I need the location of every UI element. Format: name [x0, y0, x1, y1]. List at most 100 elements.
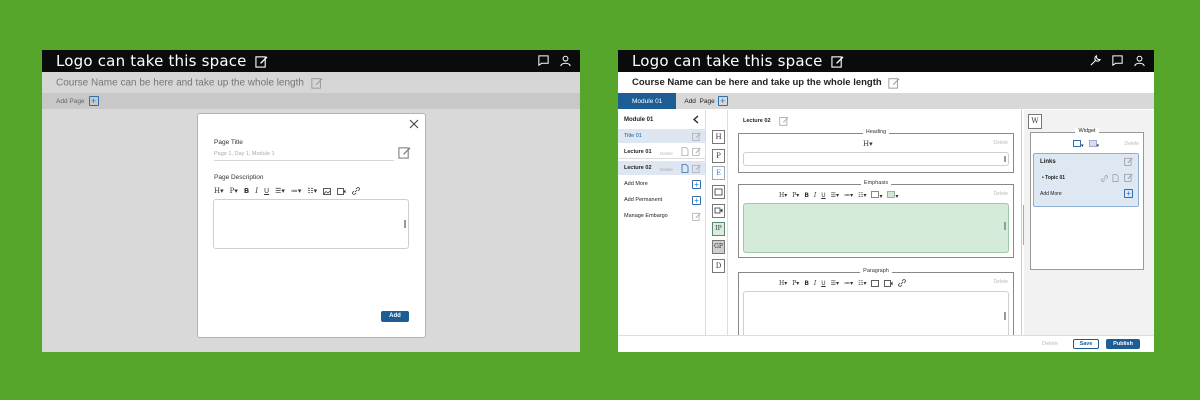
italic-button[interactable]: I [814, 192, 816, 199]
heading-input[interactable] [743, 152, 1009, 166]
block-image[interactable] [712, 185, 725, 199]
publish-button[interactable]: Publish [1106, 339, 1140, 349]
edit-icon[interactable] [692, 164, 701, 173]
edit-icon[interactable] [1124, 173, 1133, 182]
link-icon[interactable] [1101, 175, 1108, 182]
heading-dropdown[interactable]: H▾ [863, 140, 873, 148]
edit-course-icon[interactable] [311, 77, 323, 89]
numbered-list-icon[interactable]: ≔▾ [844, 280, 853, 287]
document-icon[interactable] [1112, 174, 1119, 182]
link-icon[interactable] [352, 187, 360, 195]
scrollbar[interactable] [1004, 312, 1006, 320]
textarea-scrollbar[interactable] [404, 220, 406, 228]
add-button[interactable]: Add [381, 311, 409, 322]
chat-icon[interactable] [537, 54, 550, 67]
checklist-icon[interactable]: ☷▾ [858, 192, 866, 199]
heading-dropdown[interactable]: H▾ [779, 192, 787, 199]
sidebar-item-lecture-01[interactable]: Lecture 01 Delete [618, 145, 705, 159]
topic-item[interactable]: • Topic 01 [1042, 175, 1065, 181]
paragraph-dropdown[interactable]: P▾ [792, 280, 799, 287]
edit-logo-icon[interactable] [830, 55, 844, 68]
underline-button[interactable]: U [264, 187, 269, 195]
delete-link[interactable]: Delete [660, 167, 673, 172]
underline-button[interactable]: U [821, 192, 825, 199]
paragraph-dropdown[interactable]: P▾ [230, 187, 238, 195]
edit-icon[interactable] [692, 132, 701, 141]
italic-button[interactable]: I [814, 280, 816, 287]
sidebar-item-title-01[interactable]: Title 01 [618, 129, 705, 143]
edit-icon[interactable] [692, 212, 701, 221]
close-icon[interactable] [409, 119, 419, 129]
block-divider[interactable]: D [712, 259, 725, 273]
sidebar-item-manage-embargo[interactable]: Manage Embargo [618, 209, 705, 223]
checklist-icon[interactable]: ☷▾ [858, 280, 866, 287]
delete-link[interactable]: Delete [994, 191, 1008, 197]
page-description-textarea[interactable] [213, 199, 409, 249]
edit-course-icon[interactable] [888, 77, 900, 89]
paragraph-textarea[interactable] [743, 291, 1009, 337]
video-icon[interactable] [884, 279, 893, 287]
delete-link[interactable]: Delete [660, 151, 673, 156]
emphasis-textarea[interactable] [743, 203, 1009, 253]
numbered-list-icon[interactable]: ≔▾ [844, 192, 853, 199]
video-icon[interactable] [337, 187, 346, 195]
edit-icon[interactable] [1124, 157, 1133, 166]
document-icon[interactable] [681, 163, 689, 173]
italic-button[interactable]: I [255, 187, 258, 195]
scrollbar[interactable] [1004, 156, 1006, 162]
add-page-plus-icon[interactable]: + [717, 96, 728, 106]
chat-icon[interactable] [1111, 54, 1124, 67]
block-heading[interactable]: H [712, 130, 725, 144]
bullet-list-icon[interactable]: ☰▾ [831, 280, 839, 287]
block-image-paragraph[interactable]: IP [712, 222, 725, 236]
scrollbar[interactable] [1004, 222, 1006, 230]
widget-w-button[interactable]: W [1028, 114, 1042, 129]
bold-button[interactable]: B [244, 187, 249, 195]
add-page-plus-icon[interactable]: + [88, 96, 99, 106]
save-button[interactable]: Save [1073, 339, 1099, 349]
delete-link[interactable]: Delete [1125, 141, 1139, 147]
add-permanent-plus-icon[interactable]: + [692, 195, 701, 205]
sidebar-item-add-more[interactable]: Add More + [618, 177, 705, 191]
user-icon[interactable] [1133, 54, 1146, 67]
text-color-picker[interactable]: ▾ [871, 191, 882, 200]
underline-button[interactable]: U [821, 280, 825, 287]
add-more-label[interactable]: Add More [1040, 191, 1062, 197]
bold-button[interactable]: B [804, 192, 809, 199]
fill-color-picker[interactable]: ▾ [1088, 140, 1099, 149]
delete-link[interactable]: Delete [994, 279, 1008, 285]
delete-link[interactable]: Delete [994, 140, 1008, 146]
block-paragraph[interactable]: P [712, 149, 725, 163]
block-video[interactable] [712, 204, 725, 218]
image-icon[interactable] [871, 279, 880, 287]
edit-lecture-icon[interactable] [778, 116, 789, 126]
paragraph-dropdown[interactable]: P▾ [792, 192, 799, 199]
edit-icon[interactable] [692, 147, 701, 156]
bold-button[interactable]: B [804, 280, 809, 287]
sidebar-item-add-permanent[interactable]: Add Permanent + [618, 193, 705, 207]
sidebar-item-lecture-02[interactable]: Lecture 02 Delete [618, 161, 705, 175]
checklist-icon[interactable]: ☷▾ [307, 187, 317, 195]
add-more-plus-icon[interactable]: + [1124, 189, 1133, 198]
block-gallery-paragraph[interactable]: GP [712, 240, 725, 254]
tab-module-01[interactable]: Module 01 [618, 93, 677, 109]
numbered-list-icon[interactable]: ≔▾ [291, 187, 302, 195]
delete-button[interactable]: Delete [1042, 341, 1058, 347]
edit-title-icon[interactable] [398, 146, 411, 159]
heading-dropdown[interactable]: H▾ [779, 280, 787, 287]
user-icon[interactable] [559, 54, 572, 67]
block-emphasis[interactable]: E [712, 166, 725, 180]
bullet-list-icon[interactable]: ☰▾ [831, 192, 839, 199]
heading-dropdown[interactable]: H▾ [214, 187, 224, 195]
document-icon[interactable] [681, 147, 689, 156]
background-color-picker[interactable]: ▾ [887, 191, 899, 200]
edit-logo-icon[interactable] [254, 55, 268, 68]
link-icon[interactable] [898, 279, 907, 287]
bullet-list-icon[interactable]: ☰▾ [275, 187, 285, 195]
collapse-chevron-icon[interactable] [693, 115, 699, 124]
image-icon[interactable] [323, 187, 332, 195]
page-title-input[interactable]: Page 1, Day 1, Module 1 [214, 151, 275, 157]
border-color-picker[interactable]: ▾ [1073, 140, 1084, 149]
add-more-plus-icon[interactable]: + [692, 179, 701, 189]
wrench-icon[interactable] [1089, 54, 1102, 67]
